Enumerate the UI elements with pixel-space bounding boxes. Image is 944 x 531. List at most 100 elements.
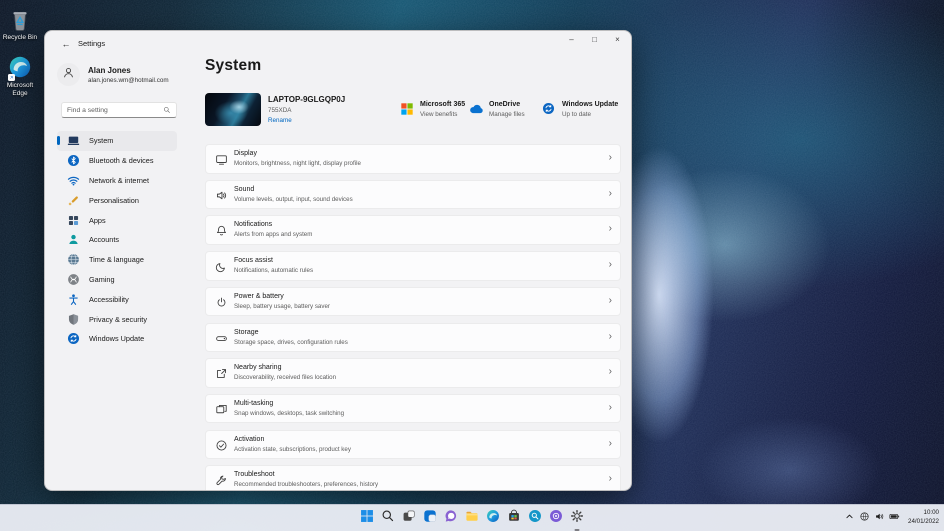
settings-card-title: Troubleshoot	[234, 471, 275, 478]
maximize-button[interactable]: □	[583, 31, 606, 48]
sidebar-item-accounts[interactable]: Accounts	[57, 230, 177, 250]
sidebar-item-label: Apps	[89, 216, 106, 225]
sidebar-item-accessibility[interactable]: Accessibility	[57, 289, 177, 309]
tray-overflow[interactable]	[844, 513, 855, 524]
taskbar-search-button[interactable]	[381, 505, 395, 531]
page-title: System	[205, 57, 261, 75]
settings-card-focus-assist[interactable]: Focus assistNotifications, automatic rul…	[205, 251, 621, 281]
settings-card-storage[interactable]: StorageStorage space, drives, configurat…	[205, 323, 621, 353]
chevron-right-icon: ›	[609, 295, 612, 306]
taskbar-widgets-button[interactable]	[423, 505, 437, 531]
back-button[interactable]: ←	[57, 37, 75, 51]
personalisation-icon	[67, 194, 80, 207]
tray-date: 24/01/2022	[908, 518, 939, 527]
windows-update-icon	[542, 102, 556, 116]
sidebar-item-label: Windows Update	[89, 334, 144, 343]
accounts-icon	[67, 233, 80, 246]
taskbar-file-explorer-button[interactable]	[465, 505, 479, 531]
volume-status[interactable]	[874, 513, 885, 524]
settings-card-multi-tasking[interactable]: Multi-taskingSnap windows, desktops, tas…	[205, 394, 621, 424]
sidebar-item-bluetooth-devices[interactable]: Bluetooth & devices	[57, 151, 177, 171]
chevron-right-icon: ›	[609, 402, 612, 413]
clock[interactable]: 10:00 24/01/2022	[908, 509, 939, 526]
status-onedrive[interactable]: OneDriveManage files	[469, 101, 525, 118]
activation-icon	[215, 439, 228, 452]
sidebar-nav: SystemBluetooth & devicesNetwork & inter…	[57, 131, 177, 349]
edge-icon	[7, 54, 33, 80]
storage-icon	[215, 332, 228, 345]
troubleshoot-icon	[215, 474, 228, 487]
taskbar-pinned-purple-app-button[interactable]	[549, 505, 563, 531]
chevron-right-icon: ›	[609, 188, 612, 199]
widgets-icon	[423, 509, 437, 528]
window-title: Settings	[78, 39, 105, 48]
status-windows-update[interactable]: Windows Update Up to date	[542, 101, 618, 118]
bluetooth-icon	[67, 154, 80, 167]
sidebar-item-label: Privacy & security	[89, 315, 147, 324]
desktop-icon-recycle-bin[interactable]: Recycle Bin	[0, 6, 40, 42]
display-icon	[215, 153, 228, 166]
settings-card-sound[interactable]: SoundVolume levels, output, input, sound…	[205, 180, 621, 210]
taskbar: 10:00 24/01/2022	[0, 504, 944, 531]
settings-card-activation[interactable]: ActivationActivation state, subscription…	[205, 430, 621, 460]
sidebar-item-time-language[interactable]: Time & language	[57, 250, 177, 270]
minimize-button[interactable]: –	[560, 31, 583, 48]
taskbar-edge-button[interactable]	[486, 505, 500, 531]
person-icon	[62, 66, 75, 84]
settings-card-display[interactable]: Display Monitors, brightness, night light…	[205, 144, 621, 174]
store-icon	[507, 509, 521, 528]
sound-icon	[215, 189, 228, 202]
profile-email: alan.jones.wm@hotmail.com	[88, 77, 169, 84]
focus-assist-icon	[215, 260, 228, 273]
rename-link[interactable]: Rename	[268, 117, 292, 124]
settings-card-title: Notifications	[234, 221, 272, 228]
desktop-icon-label: Recycle Bin	[3, 34, 37, 42]
settings-card-subtitle: Discoverability, received files location	[234, 374, 336, 381]
sidebar-item-privacy-security[interactable]: Privacy & security	[57, 309, 177, 329]
settings-card-title: Nearby sharing	[234, 364, 281, 371]
nearby-sharing-icon	[215, 367, 228, 380]
sidebar-item-system[interactable]: System	[57, 131, 177, 151]
settings-card-title: Focus assist	[234, 257, 273, 264]
taskbar-chat-button[interactable]	[444, 505, 458, 531]
status-subtitle: Up to date	[562, 111, 618, 118]
power-battery-icon	[215, 296, 228, 309]
chat-icon	[444, 509, 458, 528]
tray-time: 10:00	[908, 509, 939, 518]
desktop-icon-label: Microsoft Edge	[0, 82, 40, 98]
status-microsoft-365[interactable]: Microsoft 365View benefits	[400, 101, 465, 118]
sidebar-item-label: Gaming	[89, 275, 115, 284]
battery-status[interactable]	[889, 513, 900, 524]
sidebar-item-apps[interactable]: Apps	[57, 210, 177, 230]
search-input[interactable]	[67, 107, 163, 114]
taskbar-task-view-button[interactable]	[402, 505, 416, 531]
settings-card-subtitle: Monitors, brightness, night light, displ…	[234, 160, 361, 167]
search-icon[interactable]	[163, 101, 171, 119]
sidebar-item-personalisation[interactable]: Personalisation	[57, 190, 177, 210]
taskbar-pinned-search-app-button[interactable]	[528, 505, 542, 531]
sidebar-item-network-internet[interactable]: Network & internet	[57, 171, 177, 191]
settings-card-troubleshoot[interactable]: TroubleshootRecommended troubleshooters,…	[205, 465, 621, 491]
settings-card-nearby-sharing[interactable]: Nearby sharing Discoverability, received …	[205, 358, 621, 388]
taskbar-microsoft-store-button[interactable]	[507, 505, 521, 531]
status-subtitle: Manage files	[489, 111, 525, 118]
taskbar-start-button[interactable]	[360, 505, 374, 531]
settings-card-power-battery[interactable]: Power & batterySleep, battery usage, bat…	[205, 287, 621, 317]
status-title: Windows Update	[562, 101, 618, 108]
taskbar-settings-button[interactable]	[570, 505, 584, 531]
window-controls: –□×	[560, 31, 629, 48]
chevron-right-icon: ›	[609, 152, 612, 163]
sidebar-item-gaming[interactable]: Gaming	[57, 270, 177, 290]
desktop-icon-microsoft-edge[interactable]: Microsoft Edge	[0, 54, 40, 98]
settings-card-notifications[interactable]: NotificationsAlerts from apps and system…	[205, 215, 621, 245]
avatar[interactable]	[57, 63, 80, 86]
chevron-right-icon: ›	[609, 438, 612, 449]
sidebar-item-windows-update[interactable]: Windows Update	[57, 329, 177, 349]
close-button[interactable]: ×	[606, 31, 629, 48]
sidebar-item-label: Accessibility	[89, 295, 129, 304]
settings-card-title: Display	[234, 150, 257, 157]
system-icon	[67, 134, 80, 147]
running-indicator	[575, 529, 580, 531]
settings-card-title: Storage	[234, 329, 259, 336]
network-status[interactable]	[859, 513, 870, 524]
